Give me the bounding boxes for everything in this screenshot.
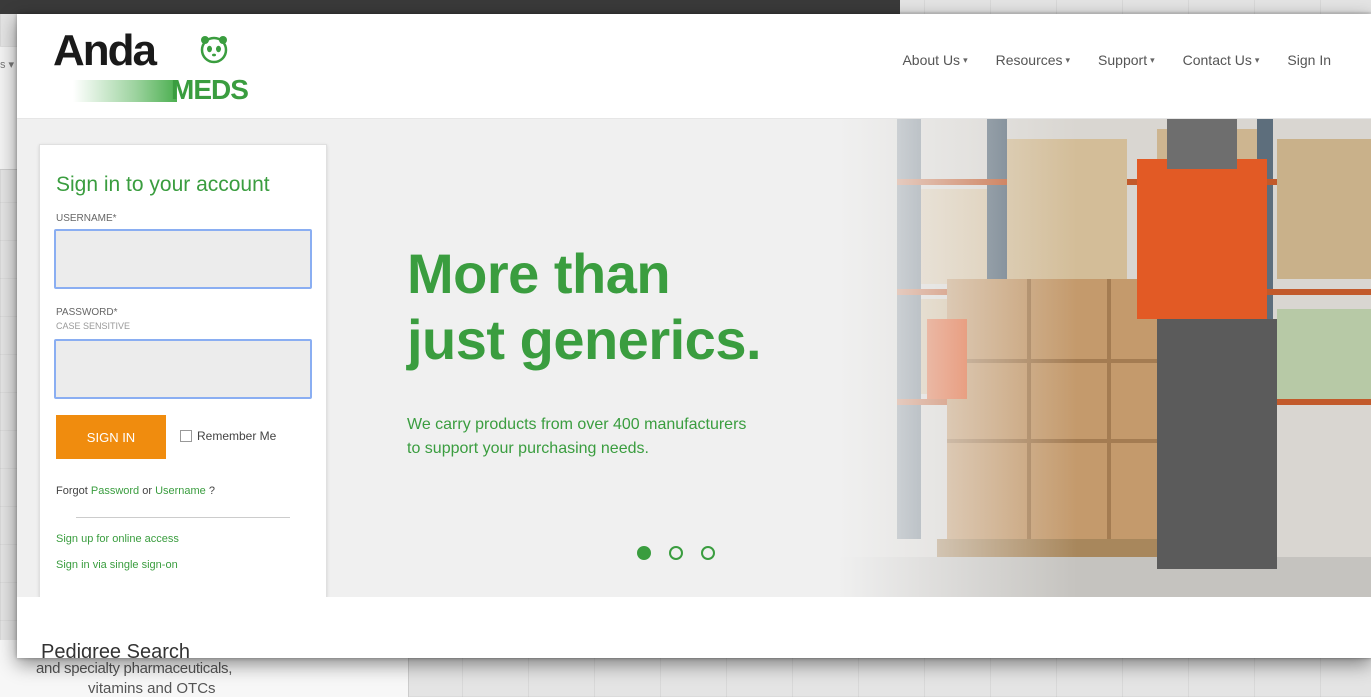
- hero-subtitle-line1: We carry products from over 400 manufact…: [407, 416, 747, 433]
- login-card: Sign in to your account USERNAME* PASSWO…: [39, 144, 327, 598]
- hero-title-line2: just generics.: [407, 308, 762, 371]
- password-hint: CASE SENSITIVE: [56, 321, 131, 331]
- login-divider: [76, 517, 290, 518]
- username-label: USERNAME*: [56, 213, 117, 224]
- nav-about-us-label: About Us: [902, 52, 961, 68]
- chevron-down-icon: ▾: [1150, 54, 1155, 65]
- chevron-down-icon: ▾: [1065, 54, 1071, 65]
- hero-photo-fade: [837, 119, 1077, 597]
- password-field[interactable]: [54, 339, 312, 399]
- forgot-password-link[interactable]: Password: [91, 485, 139, 497]
- username-field[interactable]: [54, 229, 312, 289]
- forgot-prefix: Forgot: [56, 485, 91, 497]
- background-side-text: s ▾: [0, 59, 15, 71]
- nav-resources[interactable]: Resources ▾: [996, 52, 1070, 68]
- nav-about-us[interactable]: About Us ▾: [902, 52, 967, 68]
- nav-contact-us-label: Contact Us: [1182, 52, 1252, 68]
- logo-meds-text: MEDS: [171, 74, 249, 105]
- nav-sign-in[interactable]: Sign In: [1287, 52, 1331, 68]
- main-window: Anda MEDS About Us ▾ Resources ▾ Support: [17, 14, 1371, 658]
- remember-me[interactable]: Remember Me: [180, 429, 276, 443]
- site-header: Anda MEDS About Us ▾ Resources ▾ Support: [17, 14, 1371, 119]
- hero-title-line1: More than: [407, 242, 671, 305]
- logo-anda-text: Anda: [53, 26, 157, 75]
- anda-meds-logo[interactable]: Anda MEDS: [53, 22, 249, 105]
- background-bottom-text-2: vitamins and OTCs: [88, 680, 216, 697]
- remember-me-label: Remember Me: [197, 429, 277, 443]
- sso-link[interactable]: Sign in via single sign-on: [56, 559, 178, 571]
- logo-green-bar: [73, 80, 177, 102]
- login-title: Sign in to your account: [56, 173, 270, 196]
- nav-sign-in-label: Sign In: [1287, 52, 1331, 68]
- pedigree-search-heading: Pedigree Search: [41, 641, 190, 658]
- forgot-or: or: [139, 485, 156, 497]
- carousel-dots: [637, 546, 715, 560]
- forgot-suffix: ?: [205, 485, 215, 497]
- top-nav: About Us ▾ Resources ▾ Support ▾ Contact…: [902, 52, 1331, 68]
- hero-title: More than just generics.: [407, 241, 762, 373]
- forgot-credentials: Forgot Password or Username ?: [56, 485, 215, 497]
- carousel-dot-2[interactable]: [669, 546, 683, 560]
- hero-subtitle: We carry products from over 400 manufact…: [407, 413, 867, 461]
- nav-contact-us[interactable]: Contact Us ▾: [1183, 52, 1260, 68]
- background-bottom-text: and specialty pharmaceuticals,: [36, 660, 233, 677]
- below-hero-section: Pedigree Search: [17, 597, 1371, 658]
- nav-resources-label: Resources: [995, 52, 1063, 68]
- remember-me-checkbox[interactable]: [180, 430, 192, 442]
- panda-icon: [200, 36, 228, 64]
- forgot-username-link[interactable]: Username: [155, 485, 206, 497]
- nav-support[interactable]: Support ▾: [1098, 52, 1155, 68]
- carousel-dot-1[interactable]: [637, 546, 651, 560]
- nav-support-label: Support: [1098, 52, 1148, 68]
- carousel-dot-3[interactable]: [701, 546, 715, 560]
- chevron-down-icon: ▾: [963, 54, 968, 65]
- background-window-edge: [0, 0, 900, 14]
- sign-in-button[interactable]: SIGN IN: [56, 415, 166, 459]
- hero-subtitle-line2: to support your purchasing needs.: [407, 440, 649, 457]
- password-label: PASSWORD*: [56, 307, 118, 318]
- signup-link[interactable]: Sign up for online access: [56, 533, 179, 545]
- chevron-down-icon: ▾: [1254, 54, 1260, 65]
